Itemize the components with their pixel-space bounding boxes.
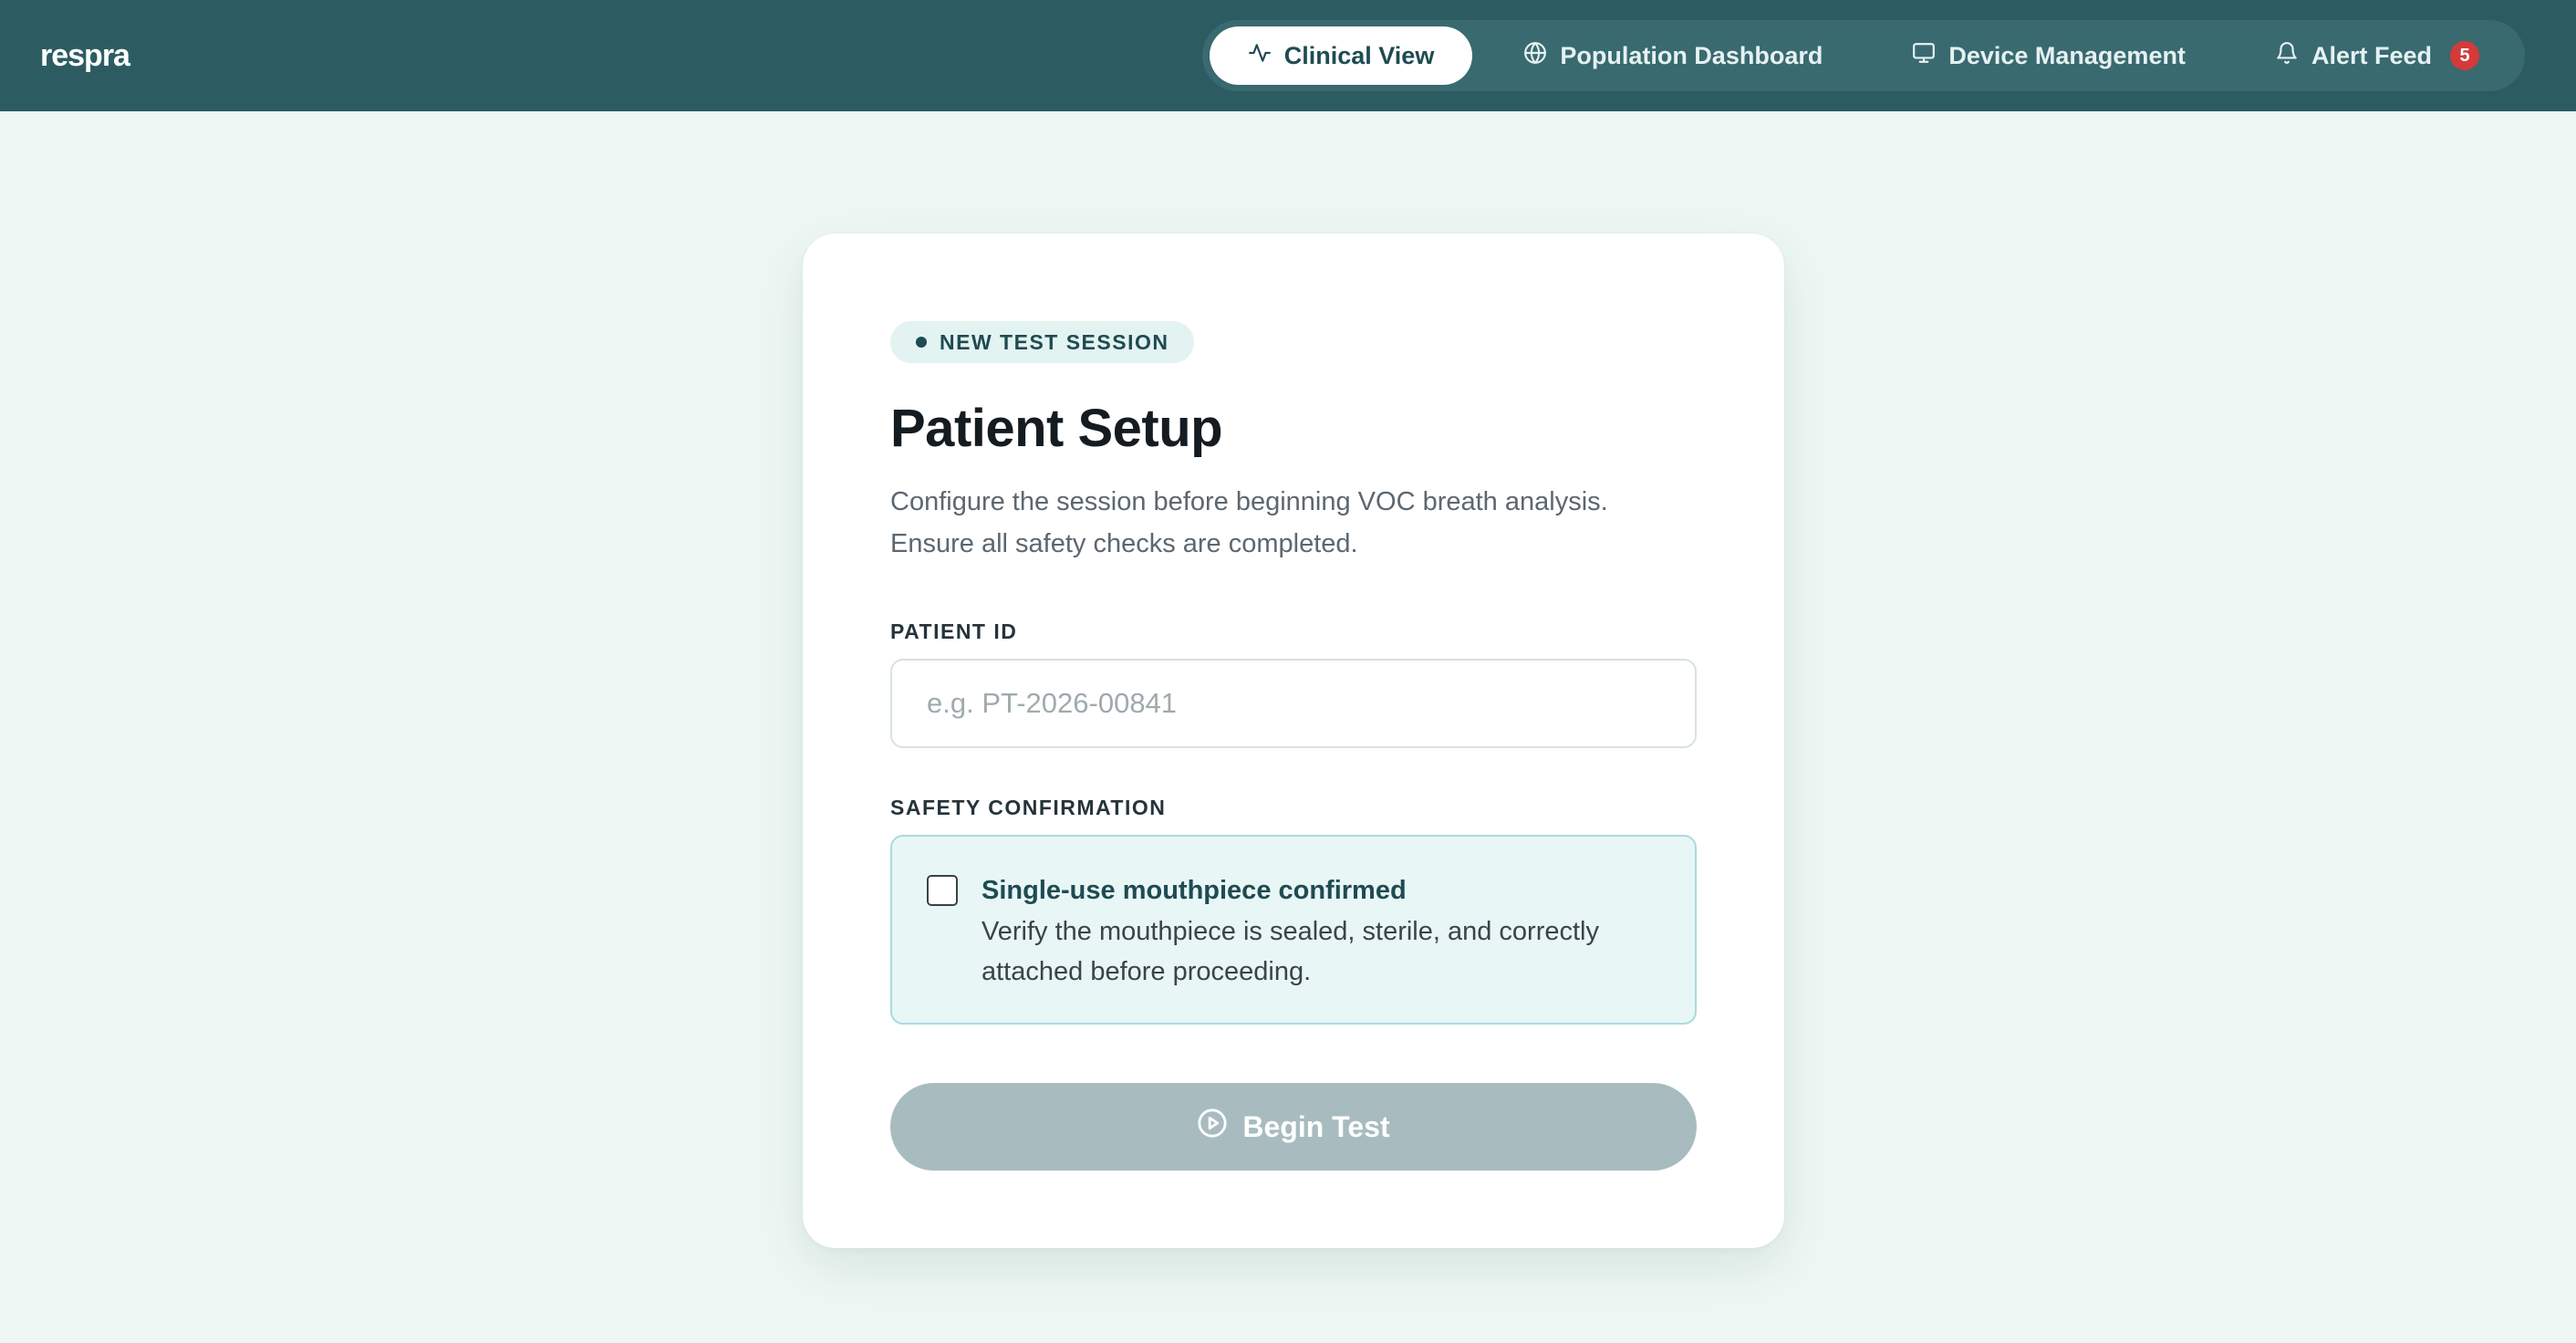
patient-id-input[interactable] xyxy=(890,659,1697,748)
confirmation-text: Single-use mouthpiece confirmed Verify t… xyxy=(982,873,1660,992)
session-status-pill: NEW TEST SESSION xyxy=(890,321,1195,363)
page-title: Patient Setup xyxy=(890,399,1223,458)
nav-label: Alert Feed xyxy=(2311,41,2432,69)
nav-population-dashboard[interactable]: Population Dashboard xyxy=(1485,26,1861,85)
mouthpiece-checkbox[interactable] xyxy=(927,875,958,906)
main-nav: Clinical View Population Dashboard Devic… xyxy=(1201,20,2525,91)
mouthpiece-confirmation[interactable]: Single-use mouthpiece confirmed Verify t… xyxy=(890,835,1697,1025)
bell-icon xyxy=(2275,41,2299,71)
nav-label: Population Dashboard xyxy=(1560,41,1823,69)
nav-clinical-view[interactable]: Clinical View xyxy=(1209,26,1473,85)
app-logo[interactable]: respra xyxy=(40,38,130,74)
monitor-icon xyxy=(1912,41,1936,71)
activity-icon xyxy=(1248,41,1272,71)
pill-label: NEW TEST SESSION xyxy=(940,329,1169,354)
status-dot-icon xyxy=(916,337,927,348)
begin-test-label: Begin Test xyxy=(1242,1109,1390,1143)
nav-label: Clinical View xyxy=(1283,41,1435,69)
nav-label: Device Management xyxy=(1948,41,2186,69)
safety-confirmation-label: SAFETY CONFIRMATION xyxy=(890,796,1167,819)
patient-setup-card: NEW TEST SESSION Patient Setup Configure… xyxy=(803,234,1784,1248)
confirmation-description: Verify the mouthpiece is sealed, sterile… xyxy=(982,917,1599,986)
nav-device-management[interactable]: Device Management xyxy=(1874,26,2224,85)
nav-alert-feed[interactable]: Alert Feed 5 xyxy=(2237,26,2518,85)
top-bar: respra Clinical View Population Dashboar… xyxy=(0,0,2576,111)
begin-test-button[interactable]: Begin Test xyxy=(890,1083,1697,1171)
play-circle-icon xyxy=(1197,1108,1228,1146)
page-subtitle: Configure the session before beginning V… xyxy=(890,487,1608,558)
patient-id-label: PATIENT ID xyxy=(890,619,1018,643)
globe-icon xyxy=(1523,41,1547,71)
confirmation-title: Single-use mouthpiece confirmed xyxy=(982,876,1407,905)
alert-count-badge: 5 xyxy=(2450,41,2479,70)
